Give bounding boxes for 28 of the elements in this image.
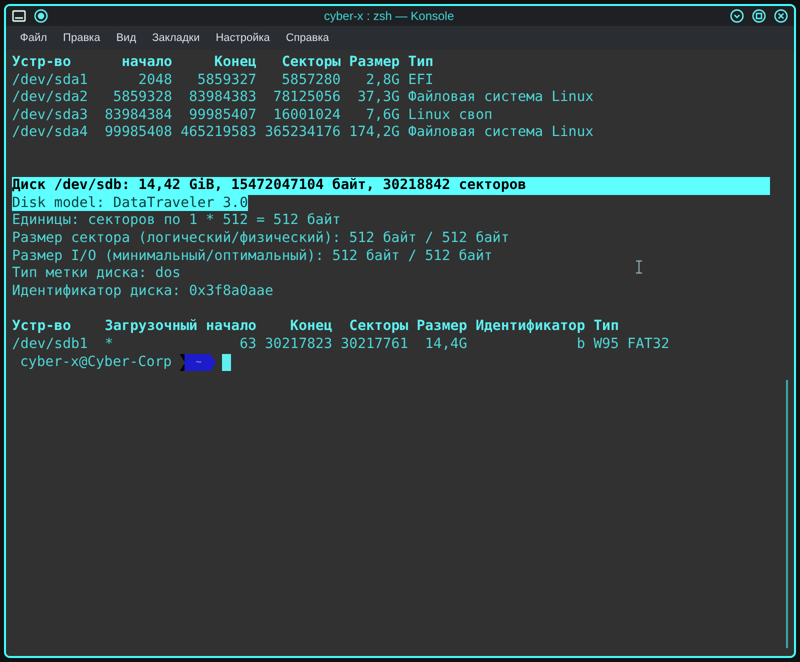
menu-item[interactable]: Справка — [278, 26, 338, 50]
terminal-line: Тип метки диска: dos — [12, 265, 181, 282]
terminal-line: /dev/sda3 83984384 99985407 16001024 7,6G Linux своп — [12, 106, 492, 123]
terminal-line: /dev/sda2 5859328 83984383 78125056 37,3G Файловая система Linux — [12, 89, 594, 106]
terminal-line: Размер I/O (минимальный/оптимальный): 512 байт / 512 байт — [12, 248, 492, 264]
menu-item[interactable]: Закладки — [144, 26, 208, 50]
maximize-icon[interactable] — [752, 9, 766, 23]
menu-item[interactable]: Настройка — [208, 26, 278, 50]
pin-icon[interactable] — [34, 9, 48, 23]
close-icon[interactable] — [774, 9, 788, 23]
terminal-line: /dev/sda4 99985408 465219583 365234176 174,2G Файловая система Linux — [12, 124, 594, 140]
minimize-icon[interactable] — [730, 9, 744, 23]
terminal-line: Устр-во Загрузочный начало Конец Секторы Размер Идентификатор Тип — [12, 318, 619, 334]
terminal-line: /dev/sdb1 * 63 30217823 30217761 14,4G b W95 FAT32 — [12, 336, 670, 352]
terminal-line: /dev/sda1 2048 5859327 5857280 2,8G EFI — [12, 72, 434, 88]
menu-item[interactable]: Правка — [55, 26, 108, 50]
menu-item[interactable]: Вид — [108, 26, 144, 50]
terminal-line: Устр-во начало Конец Секторы Размер Тип — [12, 54, 434, 70]
terminal-line: Единицы: секторов по 1 * 512 = 512 байт — [12, 212, 341, 228]
text-cursor-icon — [636, 260, 642, 274]
menu-item[interactable]: Файл — [12, 26, 56, 50]
window-icon — [12, 10, 26, 22]
window-title: cyber-x : zsh — Konsole — [322, 8, 456, 25]
prompt-path-segment: ~ — [180, 354, 216, 372]
cursor-block — [222, 354, 231, 372]
prompt-user-host: cyber-x@Cyber-Corp — [19, 353, 173, 372]
terminal-line: Размер сектора (логический/физический): 512 байт / 512 байт — [12, 230, 510, 246]
terminal-line: Идентификатор диска: 0x3f8a0aae — [12, 282, 274, 299]
